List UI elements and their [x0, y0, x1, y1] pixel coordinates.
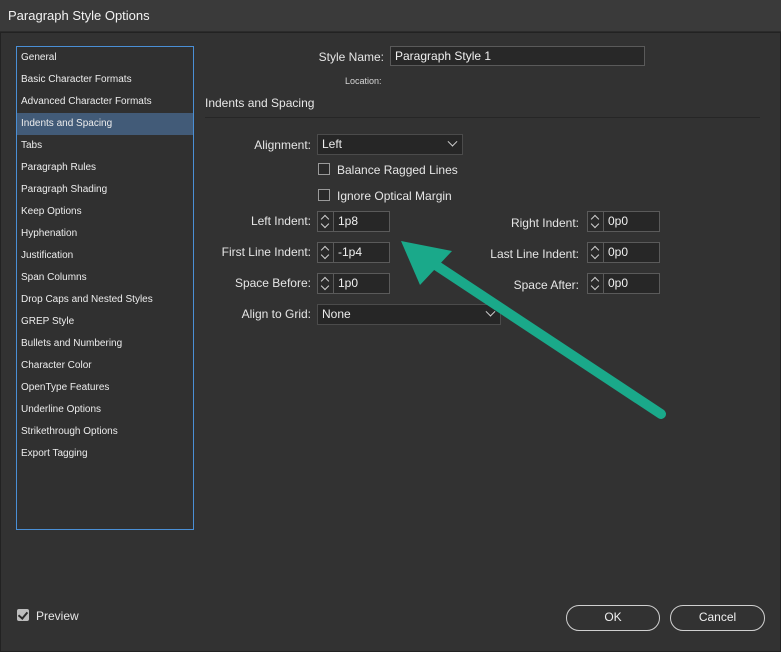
first-line-indent-input[interactable]: -1p4	[333, 242, 390, 263]
balance-ragged-label: Balance Ragged Lines	[337, 163, 458, 177]
last-line-indent-input[interactable]: 0p0	[603, 242, 660, 263]
ignore-optical-label: Ignore Optical Margin	[337, 189, 452, 203]
left-indent-stepper[interactable]: 1p8	[317, 211, 390, 232]
sidebar-item-indents-and-spacing[interactable]: Indents and Spacing	[17, 113, 193, 135]
last-line-indent-label: Last Line Indent:	[490, 247, 579, 261]
alignment-label: Alignment:	[254, 138, 311, 152]
space-after-label: Space After:	[513, 278, 579, 292]
sidebar-item-strikethrough-options[interactable]: Strikethrough Options	[17, 421, 193, 443]
sidebar-item-general[interactable]: General	[17, 47, 193, 69]
sidebar-item-paragraph-rules[interactable]: Paragraph Rules	[17, 157, 193, 179]
space-before-input[interactable]: 1p0	[333, 273, 390, 294]
ignore-optical-checkbox[interactable]	[318, 189, 330, 201]
right-indent-stepper[interactable]: 0p0	[587, 211, 660, 232]
right-indent-input[interactable]: 0p0	[603, 211, 660, 232]
sidebar-item-underline-options[interactable]: Underline Options	[17, 399, 193, 421]
chevron-down-icon	[447, 136, 458, 147]
last-line-indent-stepper[interactable]: 0p0	[587, 242, 660, 263]
section-title: Indents and Spacing	[205, 96, 315, 110]
style-name-input[interactable]: Paragraph Style 1	[390, 46, 645, 66]
spinner-arrows-icon[interactable]	[317, 273, 333, 294]
right-indent-label: Right Indent:	[510, 216, 579, 230]
balance-ragged-checkbox[interactable]	[318, 163, 330, 175]
sidebar-item-tabs[interactable]: Tabs	[17, 135, 193, 157]
sidebar-item-hyphenation[interactable]: Hyphenation	[17, 223, 193, 245]
spinner-arrows-icon[interactable]	[317, 211, 333, 232]
alignment-dropdown[interactable]: Left	[317, 134, 463, 155]
align-to-grid-dropdown[interactable]: None	[317, 304, 501, 325]
space-after-input[interactable]: 0p0	[603, 273, 660, 294]
preview-checkbox[interactable]	[17, 609, 29, 621]
sidebar-item-basic-character-formats[interactable]: Basic Character Formats	[17, 69, 193, 91]
chevron-down-icon	[485, 306, 496, 317]
sidebar-item-bullets-and-numbering[interactable]: Bullets and Numbering	[17, 333, 193, 355]
sidebar-item-drop-caps[interactable]: Drop Caps and Nested Styles	[17, 289, 193, 311]
sidebar-item-keep-options[interactable]: Keep Options	[17, 201, 193, 223]
alignment-value: Left	[322, 137, 343, 151]
location-label: Location:	[345, 76, 382, 86]
cancel-button[interactable]: Cancel	[670, 605, 765, 631]
sidebar-item-export-tagging[interactable]: Export Tagging	[17, 443, 193, 465]
first-line-indent-stepper[interactable]: -1p4	[317, 242, 390, 263]
space-before-label: Space Before:	[234, 276, 311, 290]
ok-button[interactable]: OK	[566, 605, 660, 631]
style-name-label: Style Name:	[318, 50, 384, 64]
sidebar-item-grep-style[interactable]: GREP Style	[17, 311, 193, 333]
sidebar-item-paragraph-shading[interactable]: Paragraph Shading	[17, 179, 193, 201]
window-title: Paragraph Style Options	[8, 8, 150, 23]
title-bar: Paragraph Style Options	[0, 0, 781, 32]
category-list: General Basic Character Formats Advanced…	[16, 46, 194, 530]
preview-label: Preview	[36, 609, 79, 623]
left-indent-label: Left Indent:	[250, 214, 311, 228]
sidebar-item-character-color[interactable]: Character Color	[17, 355, 193, 377]
left-indent-input[interactable]: 1p8	[333, 211, 390, 232]
align-to-grid-label: Align to Grid:	[241, 307, 311, 321]
sidebar-item-opentype-features[interactable]: OpenType Features	[17, 377, 193, 399]
spinner-arrows-icon[interactable]	[587, 273, 603, 294]
spinner-arrows-icon[interactable]	[317, 242, 333, 263]
spinner-arrows-icon[interactable]	[587, 242, 603, 263]
sidebar-item-span-columns[interactable]: Span Columns	[17, 267, 193, 289]
first-line-indent-label: First Line Indent:	[221, 245, 311, 259]
spinner-arrows-icon[interactable]	[587, 211, 603, 232]
section-divider	[205, 117, 760, 118]
space-before-stepper[interactable]: 1p0	[317, 273, 390, 294]
align-to-grid-value: None	[322, 307, 351, 321]
sidebar-item-justification[interactable]: Justification	[17, 245, 193, 267]
sidebar-item-advanced-character-formats[interactable]: Advanced Character Formats	[17, 91, 193, 113]
space-after-stepper[interactable]: 0p0	[587, 273, 660, 294]
